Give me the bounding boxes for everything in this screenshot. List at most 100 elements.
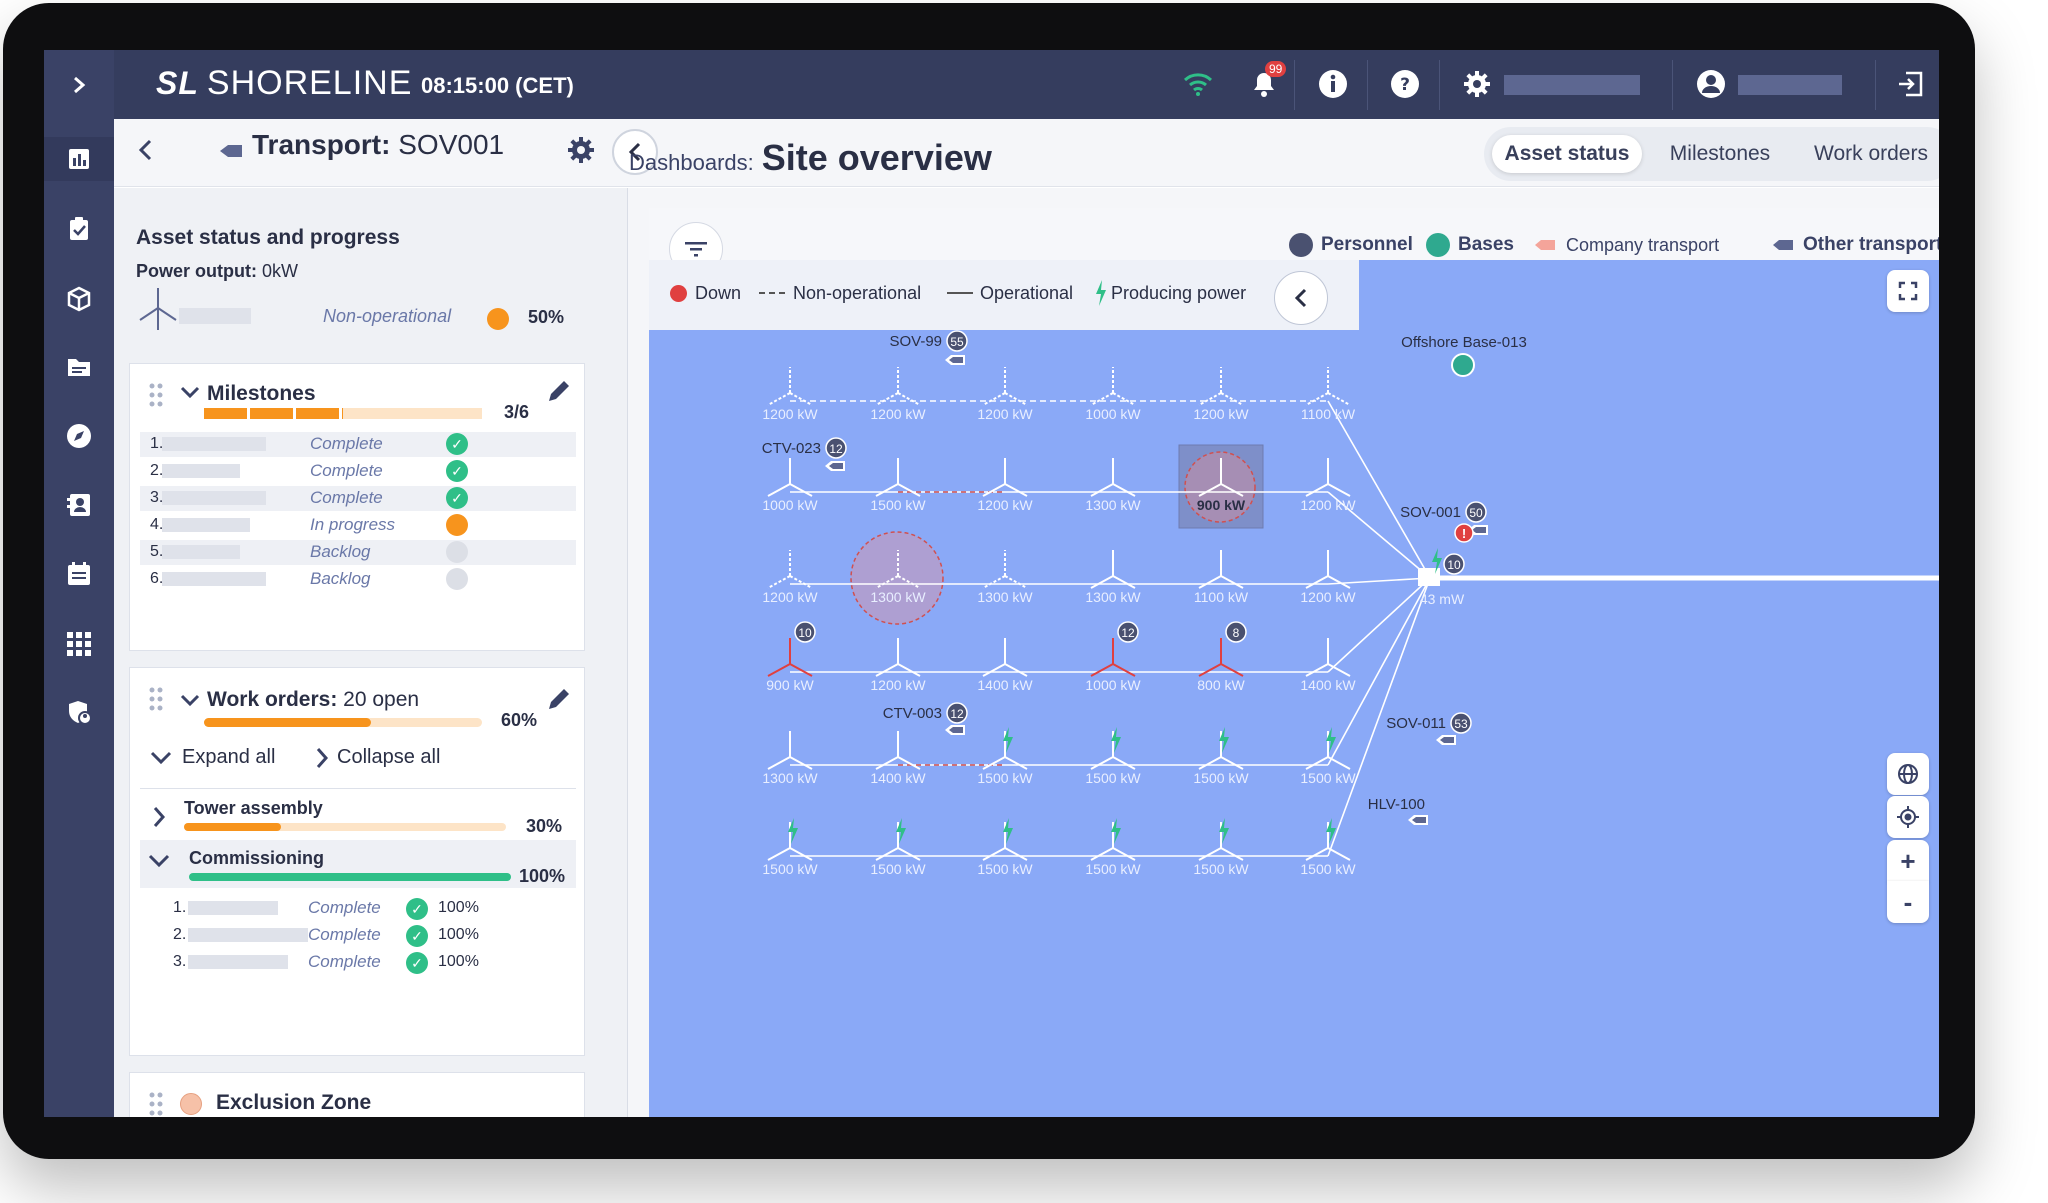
globe-button[interactable]: [1887, 753, 1929, 795]
work-order-row[interactable]: 3. Complete ✓ 100%: [140, 950, 576, 975]
substation: [1418, 568, 1440, 586]
zoom-in-button[interactable]: +: [1887, 840, 1929, 882]
turbine-blade: [982, 756, 1006, 770]
turbine-blade: [1198, 756, 1222, 770]
package-icon[interactable]: [44, 277, 114, 321]
work-order-number: 3.: [173, 953, 187, 970]
milestone-row[interactable]: 3. Complete ✓: [140, 486, 576, 511]
drag-handle-icon[interactable]: [148, 686, 164, 717]
turbine-blade: [1198, 663, 1222, 677]
turbine-blade: [1198, 847, 1222, 861]
contacts-icon[interactable]: [44, 483, 114, 527]
vessel-label: SOV-011: [1386, 715, 1446, 732]
power-output: Power output: 0kW: [136, 261, 298, 281]
drag-handle-icon[interactable]: [148, 1091, 164, 1117]
turbine-blade: [1220, 756, 1244, 770]
zoom-out-button[interactable]: -: [1887, 881, 1929, 923]
fullscreen-button[interactable]: [1887, 270, 1929, 312]
calendar-icon[interactable]: [44, 552, 114, 596]
security-user-icon[interactable]: [44, 690, 114, 734]
work-order-number: 2.: [173, 926, 187, 943]
milestone-row[interactable]: 4. In progress: [140, 513, 576, 538]
turbine-blade: [1305, 847, 1329, 861]
turbine-blade: [1112, 392, 1136, 406]
dashboard-icon[interactable]: [44, 137, 114, 181]
work-order-row[interactable]: 1. Complete ✓ 100%: [140, 896, 576, 921]
legend-other: Other transport: [1803, 234, 1939, 255]
wifi-icon[interactable]: [1181, 67, 1215, 101]
exclusion-zone-circle: [850, 531, 944, 625]
compass-icon[interactable]: [44, 414, 114, 458]
turbine-blade: [789, 575, 813, 589]
work-order-row[interactable]: 2. Complete ✓ 100%: [140, 923, 576, 948]
locate-button[interactable]: [1887, 796, 1929, 838]
turbine-blade: [875, 847, 899, 861]
collapse-all-button[interactable]: Collapse all: [315, 746, 440, 769]
apps-grid-icon[interactable]: [44, 622, 114, 666]
turbine-output: 800 kW: [1197, 677, 1245, 693]
milestone-row[interactable]: 1. Complete ✓: [140, 432, 576, 457]
drag-handle-icon[interactable]: [148, 382, 164, 413]
chevron-down-icon[interactable]: [180, 694, 200, 713]
gear-icon[interactable]: [1460, 67, 1494, 101]
turbine-blade: [1220, 663, 1244, 677]
milestones-count: 3/6: [504, 402, 530, 422]
logout-icon[interactable]: [1894, 67, 1928, 101]
user-icon[interactable]: [1694, 67, 1728, 101]
tab-work-orders[interactable]: Work orders: [1798, 135, 1939, 173]
turbine-blade: [1220, 847, 1244, 861]
turbine-output: 1500 kW: [977, 861, 1033, 877]
bell-icon[interactable]: 99: [1247, 61, 1287, 101]
tab-asset-status[interactable]: Asset status: [1492, 135, 1642, 173]
turbine-output: 1500 kW: [1085, 861, 1141, 877]
personnel-count: 12: [950, 707, 964, 721]
clipboard-icon[interactable]: [44, 207, 114, 251]
turbine-blade: [1090, 847, 1114, 861]
turbine-blade: [1112, 575, 1136, 589]
milestone-row[interactable]: 2. Complete ✓: [140, 459, 576, 484]
vessel-label: SOV-99: [889, 333, 942, 350]
help-icon[interactable]: ?: [1388, 67, 1422, 101]
edit-pencil-icon[interactable]: [545, 379, 571, 410]
turbine-output: 1500 kW: [762, 861, 818, 877]
turbine-output: 1200 kW: [1300, 497, 1356, 513]
expand-rail-icon[interactable]: [44, 63, 114, 107]
work-order-name-placeholder: [188, 955, 288, 969]
milestone-row[interactable]: 5. Backlog: [140, 540, 576, 565]
chevron-right-icon[interactable]: [152, 806, 166, 833]
chevron-down-icon[interactable]: [148, 854, 170, 873]
back-icon[interactable]: [136, 135, 156, 170]
transport-title: Transport: SOV001: [252, 129, 505, 160]
turbine-blade: [1112, 483, 1136, 497]
turbine-blade: [1112, 663, 1136, 677]
clock: 08:15:00 (CET): [421, 73, 574, 98]
work-orders-progress: [204, 718, 482, 727]
tower-percent: 30%: [526, 816, 563, 836]
turbine-blade: [1004, 483, 1028, 497]
settings-gear-icon[interactable]: [566, 135, 596, 170]
turbine-output: 1400 kW: [1300, 677, 1356, 693]
turbine-blade: [875, 392, 899, 406]
dashboard-title: Dashboards: Site overview: [629, 137, 992, 178]
group-commissioning: Commissioning: [189, 848, 325, 868]
turbine-blade: [767, 483, 791, 497]
turbine-blade: [789, 847, 813, 861]
group-tower-assembly[interactable]: Tower assembly: [184, 798, 323, 819]
folder-icon[interactable]: [44, 345, 114, 389]
turbine-blade: [1327, 392, 1351, 406]
info-icon[interactable]: [1316, 67, 1350, 101]
milestone-row[interactable]: 6. Backlog: [140, 567, 576, 592]
personnel-count: 50: [1469, 506, 1483, 520]
expand-all-button[interactable]: Expand all: [150, 746, 275, 769]
milestone-name-placeholder: [162, 464, 240, 478]
brand-mark: SL: [156, 65, 199, 101]
milestone-name-placeholder: [162, 491, 266, 505]
edit-pencil-icon[interactable]: [545, 687, 571, 718]
chevron-down-icon[interactable]: [180, 386, 200, 405]
tab-milestones[interactable]: Milestones: [1650, 135, 1790, 173]
status-dot: [446, 514, 468, 536]
export-cable: [1327, 400, 1431, 579]
check-icon: ✓: [446, 460, 468, 482]
turbine-blade: [982, 392, 1006, 406]
turbine-blade: [982, 847, 1006, 861]
